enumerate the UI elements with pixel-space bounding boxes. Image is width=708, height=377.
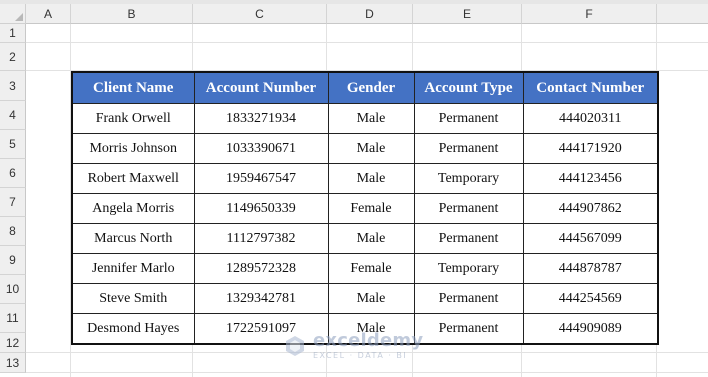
cell-account-type[interactable]: Permanent: [413, 193, 524, 224]
cell-account-type[interactable]: Permanent: [413, 103, 524, 134]
row-header-12[interactable]: 12: [0, 333, 26, 353]
row-header-13[interactable]: 13: [0, 353, 26, 373]
cell-gender[interactable]: Female: [327, 253, 415, 284]
row-header-1[interactable]: 1: [0, 24, 26, 43]
table-row: Jennifer Marlo 1289572328 Female Tempora…: [71, 253, 659, 284]
cell-account-type[interactable]: Permanent: [413, 133, 524, 164]
row-header-10[interactable]: 10: [0, 275, 26, 304]
cell-account-number[interactable]: 1959467547: [193, 163, 329, 194]
cell-contact-number[interactable]: 444123456: [522, 163, 659, 194]
cell-account-number[interactable]: 1112797382: [193, 223, 329, 254]
cell-gender[interactable]: Male: [327, 223, 415, 254]
column-header-c[interactable]: C: [193, 4, 327, 24]
cell-client-name[interactable]: Angela Morris: [71, 193, 195, 224]
table-row: Frank Orwell 1833271934 Male Permanent 4…: [71, 103, 659, 134]
header-contact-number[interactable]: Contact Number: [522, 71, 659, 104]
select-all-icon: [15, 13, 23, 21]
row-header-4[interactable]: 4: [0, 101, 26, 130]
cell-account-number[interactable]: 1833271934: [193, 103, 329, 134]
row-header-5[interactable]: 5: [0, 130, 26, 159]
cell-client-name[interactable]: Marcus North: [71, 223, 195, 254]
row-header-9[interactable]: 9: [0, 246, 26, 275]
cell-account-type[interactable]: Temporary: [413, 163, 524, 194]
table-row: Steve Smith 1329342781 Male Permanent 44…: [71, 283, 659, 314]
column-header-d[interactable]: D: [327, 4, 413, 24]
header-gender[interactable]: Gender: [327, 71, 415, 104]
cell-contact-number[interactable]: 444907862: [522, 193, 659, 224]
cell-contact-number[interactable]: 444171920: [522, 133, 659, 164]
header-client-name[interactable]: Client Name: [71, 71, 195, 104]
column-header-next[interactable]: [657, 4, 708, 24]
cell-contact-number[interactable]: 444909089: [522, 313, 659, 345]
table-row: Marcus North 1112797382 Male Permanent 4…: [71, 223, 659, 254]
cell-account-number[interactable]: 1149650339: [193, 193, 329, 224]
watermark-brand: exceldemy: [313, 330, 424, 351]
cell-gender[interactable]: Male: [327, 133, 415, 164]
cell-contact-number[interactable]: 444878787: [522, 253, 659, 284]
cell-account-number[interactable]: 1033390671: [193, 133, 329, 164]
table-row: Morris Johnson 1033390671 Male Permanent…: [71, 133, 659, 164]
column-header-e[interactable]: E: [413, 4, 522, 24]
cell-account-type[interactable]: Permanent: [413, 223, 524, 254]
cell-gender[interactable]: Female: [327, 193, 415, 224]
watermark-text: exceldemy EXCEL · DATA · BI: [313, 332, 423, 360]
cell-gender[interactable]: Male: [327, 163, 415, 194]
column-header-b[interactable]: B: [71, 4, 193, 24]
table-row: Angela Morris 1149650339 Female Permanen…: [71, 193, 659, 224]
cell-gender[interactable]: Male: [327, 103, 415, 134]
cell-account-type[interactable]: Permanent: [413, 283, 524, 314]
cell-client-name[interactable]: Frank Orwell: [71, 103, 195, 134]
column-header-a[interactable]: A: [26, 4, 71, 24]
client-table: Client Name Account Number Gender Accoun…: [71, 71, 659, 345]
column-header-f[interactable]: F: [522, 4, 657, 24]
table-row: Robert Maxwell 1959467547 Male Temporary…: [71, 163, 659, 194]
cell-client-name[interactable]: Steve Smith: [71, 283, 195, 314]
cell-account-type[interactable]: Temporary: [413, 253, 524, 284]
cell-client-name[interactable]: Morris Johnson: [71, 133, 195, 164]
row-header-11[interactable]: 11: [0, 304, 26, 333]
table-header-row: Client Name Account Number Gender Accoun…: [71, 71, 659, 104]
cell-account-number[interactable]: 1289572328: [193, 253, 329, 284]
row-header-6[interactable]: 6: [0, 159, 26, 188]
spreadsheet: A B C D E F 1 2 3 4 5 6 7 8 9 10 11 12 1…: [0, 0, 708, 377]
cell-contact-number[interactable]: 444254569: [522, 283, 659, 314]
cell-contact-number[interactable]: 444567099: [522, 223, 659, 254]
gridline: [26, 372, 708, 373]
cell-account-number[interactable]: 1329342781: [193, 283, 329, 314]
row-header-3[interactable]: 3: [0, 71, 26, 101]
row-header-2[interactable]: 2: [0, 43, 26, 71]
header-account-type[interactable]: Account Type: [413, 71, 524, 104]
cell-gender[interactable]: Male: [327, 283, 415, 314]
cell-client-name[interactable]: Robert Maxwell: [71, 163, 195, 194]
gridline: [26, 42, 708, 43]
cell-client-name[interactable]: Jennifer Marlo: [71, 253, 195, 284]
cell-client-name[interactable]: Desmond Hayes: [71, 313, 195, 345]
header-account-number[interactable]: Account Number: [193, 71, 329, 104]
exceldemy-watermark: exceldemy EXCEL · DATA · BI: [283, 329, 433, 363]
exceldemy-logo-icon: [286, 336, 304, 356]
row-header-7[interactable]: 7: [0, 188, 26, 217]
cell-contact-number[interactable]: 444020311: [522, 103, 659, 134]
select-all-corner[interactable]: [0, 4, 26, 24]
row-header-8[interactable]: 8: [0, 217, 26, 246]
watermark-tagline: EXCEL · DATA · BI: [313, 351, 408, 360]
